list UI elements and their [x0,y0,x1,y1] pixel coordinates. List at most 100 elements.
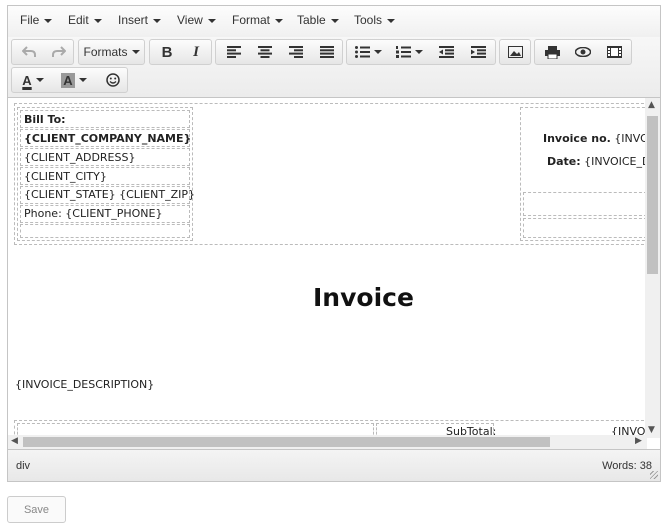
insert-image-button[interactable] [502,40,528,64]
formats-label: Formats [83,45,128,59]
text-color-icon: A [22,72,32,88]
save-button[interactable]: Save [7,496,66,523]
client-state-zip: {CLIENT_STATE} {CLIENT_ZIP} [24,188,195,201]
italic-button[interactable]: I [182,40,210,64]
invoice-title: Invoice [313,283,414,312]
invoice-description: {INVOICE_DESCRIPTION} [15,378,155,391]
media-icon [606,46,622,58]
invoice-no-value: {INVO [614,132,646,145]
bill-to-label: Bill To: [24,113,66,126]
align-right-button[interactable] [282,40,310,64]
menu-view-label: View [177,13,203,27]
align-center-icon [258,46,272,58]
menu-edit-label: Edit [68,13,89,27]
menu-file[interactable]: File [20,13,53,27]
preview-button[interactable] [569,40,597,64]
chevron-down-icon [153,18,162,23]
horizontal-scrollbar[interactable]: ◀ ▶ [8,435,647,449]
bullet-list-button[interactable] [350,40,386,64]
history-group [11,39,74,65]
editor-content[interactable]: Bill To: {CLIENT_COMPANY_NAME} {CLIENT_A… [8,98,646,438]
rich-text-editor: File Edit Insert View Format Table Tools… [7,5,661,482]
client-address: {CLIENT_ADDRESS} [24,151,136,164]
bold-icon: B [161,43,173,61]
invoice-date: Date: {INVOICE_D [547,155,646,168]
chevron-down-icon [373,50,382,54]
print-button[interactable] [538,40,566,64]
background-color-button[interactable]: A [56,68,92,92]
align-left-button[interactable] [220,40,248,64]
undo-button[interactable] [16,40,42,64]
menu-table-label: Table [297,13,326,27]
word-count: Words: 38 [602,460,652,472]
media-button[interactable] [600,40,628,64]
client-city: {CLIENT_CITY} [24,170,107,183]
numbered-list-icon [395,46,411,58]
redo-icon [52,46,66,57]
client-phone: Phone: {CLIENT_PHONE} [24,207,163,220]
toolbar: Formats B I A A [8,37,660,98]
image-icon [507,46,523,58]
formats-group: Formats [78,39,145,65]
horizontal-scroll-thumb[interactable] [23,437,550,447]
chevron-down-icon [275,18,284,23]
menu-view[interactable]: View [177,13,216,27]
align-center-button[interactable] [251,40,279,64]
scroll-right-icon[interactable]: ▶ [635,436,642,446]
empty-row [20,224,190,238]
scroll-down-icon[interactable]: ▼ [648,425,655,435]
indent-button[interactable] [464,40,492,64]
formats-dropdown[interactable]: Formats [79,40,144,64]
numbered-list-button[interactable] [391,40,427,64]
menu-format-label: Format [232,13,271,27]
chevron-down-icon [93,18,102,23]
bold-button[interactable]: B [153,40,181,64]
vertical-scrollbar[interactable]: ▲ ▼ [645,98,660,438]
alignment-group [215,39,343,65]
scroll-up-icon[interactable]: ▲ [648,100,655,110]
element-path[interactable]: div [16,460,30,472]
chevron-down-icon [35,78,44,82]
background-color-icon: A [61,72,75,88]
menu-tools[interactable]: Tools [354,13,396,27]
color-group: A A [11,67,128,93]
outdent-icon [438,46,454,58]
chevron-down-icon [387,18,396,23]
bullet-list-icon [354,46,370,58]
preview-icon [575,47,591,57]
emoticons-button[interactable] [100,68,126,92]
align-left-icon [227,46,241,58]
italic-icon: I [193,43,199,60]
align-right-icon [289,46,303,58]
meta-empty-row-1 [523,192,646,216]
invoice-no-label: Invoice no. [543,132,611,145]
text-color-button[interactable]: A [15,68,51,92]
client-company: {CLIENT_COMPANY_NAME} [24,132,192,145]
menu-insert-label: Insert [118,13,149,27]
vertical-scroll-thumb[interactable] [647,116,658,274]
misc-group [534,39,632,65]
list-group [346,39,496,65]
menu-table[interactable]: Table [297,13,339,27]
outdent-button[interactable] [432,40,460,64]
date-label: Date: [547,155,581,168]
invoice-no: Invoice no. {INVO [543,132,646,145]
chevron-down-icon [78,78,87,82]
menu-edit[interactable]: Edit [68,13,102,27]
chevron-down-icon [44,18,53,23]
text-style-group: B I [149,39,212,65]
menubar: File Edit Insert View Format Table Tools [8,6,660,38]
chevron-down-icon [330,18,339,23]
align-justify-button[interactable] [313,40,341,64]
align-justify-icon [320,46,334,58]
menu-format[interactable]: Format [232,13,284,27]
resize-handle-icon[interactable] [650,471,658,479]
image-group [499,39,531,65]
scroll-left-icon[interactable]: ◀ [11,436,18,446]
chevron-down-icon [414,50,423,54]
menu-insert[interactable]: Insert [118,13,162,27]
redo-button[interactable] [46,40,72,64]
menu-file-label: File [20,13,40,27]
chevron-down-icon [207,18,216,23]
undo-icon [22,46,36,57]
